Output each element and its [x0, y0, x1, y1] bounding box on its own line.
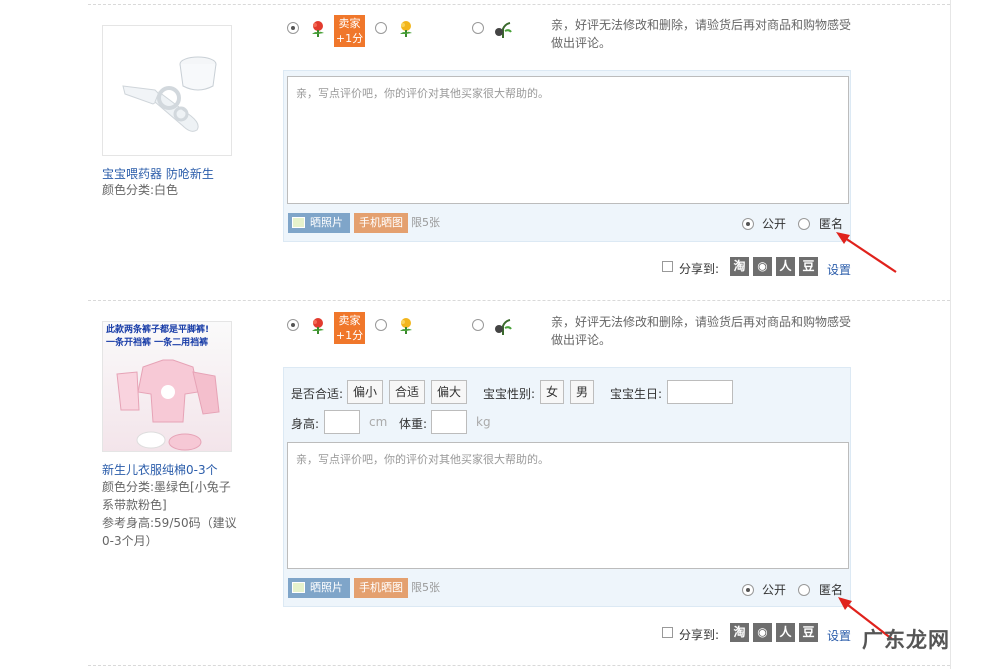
review-page: 宝宝喂药器 防呛新生 颜色分类:白色 卖家 +1分 亲，好评无法修改和删除，请验…	[0, 0, 982, 669]
annotation-arrows	[836, 232, 897, 640]
site-watermark: 广东龙网	[862, 628, 950, 652]
red-arrow-1	[836, 232, 897, 273]
